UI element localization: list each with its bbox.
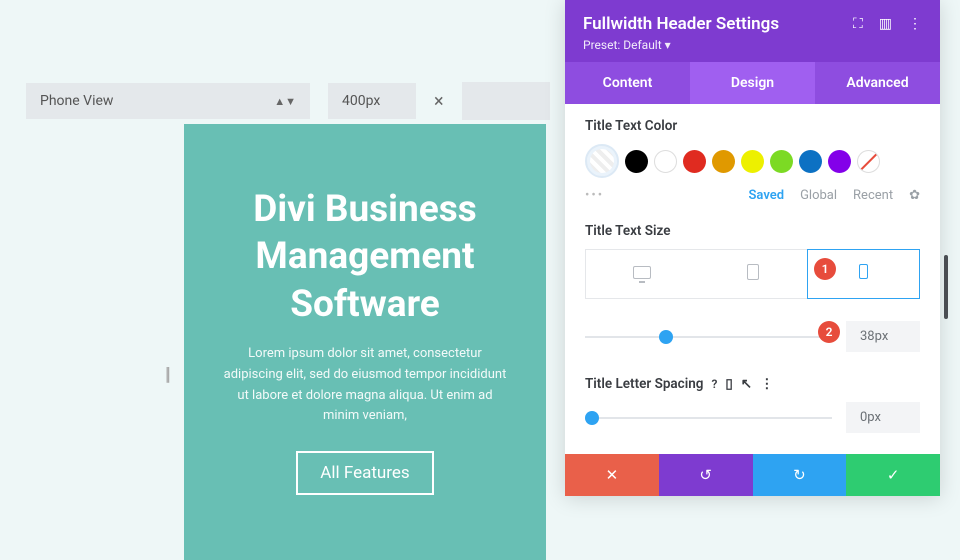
label-title-size: Title Text Size	[585, 223, 920, 239]
palette-tab-recent[interactable]: Recent	[853, 188, 893, 203]
device-phone[interactable]: 1	[807, 249, 920, 299]
slider-thumb[interactable]	[585, 411, 599, 425]
clear-width-button[interactable]: ×	[434, 91, 444, 112]
save-button[interactable]: ✓	[846, 454, 940, 496]
letter-spacing-row: 0px	[585, 402, 920, 433]
swatch-none[interactable]	[857, 150, 880, 173]
device-desktop[interactable]	[586, 250, 697, 298]
resize-handle[interactable]: ||	[165, 364, 168, 385]
swatch-yellow[interactable]	[741, 150, 764, 173]
swatch-green[interactable]	[770, 150, 793, 173]
columns-icon[interactable]: ▥	[879, 16, 892, 32]
height-input[interactable]	[462, 82, 550, 120]
swatch-black[interactable]	[625, 150, 648, 173]
panel-title: Fullwidth Header Settings	[583, 14, 779, 34]
help-icon[interactable]: ?	[711, 377, 717, 391]
phone-icon	[859, 264, 868, 279]
tablet-icon	[747, 264, 759, 280]
preview-title: Divi Business Management Software	[220, 186, 510, 328]
device-tablet[interactable]	[697, 250, 808, 298]
scrollbar[interactable]	[944, 255, 948, 319]
cursor-icon[interactable]: ↖	[741, 376, 752, 392]
close-button[interactable]: ✕	[565, 454, 659, 496]
swatch-orange[interactable]	[712, 150, 735, 173]
more-dots-icon[interactable]: •••	[585, 188, 604, 203]
phone-preview: Divi Business Management Software Lorem …	[184, 124, 546, 560]
focus-icon[interactable]: ⛶	[853, 16, 863, 32]
preview-button[interactable]: All Features	[296, 451, 433, 495]
palette-tab-global[interactable]: Global	[800, 188, 837, 203]
panel-body: Title Text Color ••• Saved Global Recent…	[565, 104, 940, 496]
palette-tab-saved[interactable]: Saved	[749, 188, 785, 203]
color-swatches	[585, 144, 920, 178]
desktop-icon	[633, 266, 651, 279]
label-letter-spacing: Title Letter Spacing ? ▯ ↖ ⋮	[585, 376, 920, 392]
device-toggle: 1	[585, 249, 920, 299]
swatch-purple[interactable]	[828, 150, 851, 173]
swatch-white[interactable]	[654, 150, 677, 173]
view-select[interactable]: Phone View ▲▼	[26, 83, 310, 119]
preset-dropdown[interactable]: Preset: Default ▾	[583, 38, 922, 52]
text-size-value[interactable]: 38px	[846, 321, 920, 352]
settings-panel: Fullwidth Header Settings ⛶ ▥ ⋮ Preset: …	[565, 0, 940, 496]
more-icon[interactable]: ⋮	[760, 376, 774, 392]
swatch-blue[interactable]	[799, 150, 822, 173]
view-select-value: Phone View	[40, 93, 113, 109]
text-size-slider[interactable]	[585, 336, 832, 338]
tab-content[interactable]: Content	[565, 62, 690, 104]
callout-2: 2	[818, 321, 840, 343]
callout-1: 1	[814, 258, 836, 280]
panel-tabs: Content Design Advanced	[565, 62, 940, 104]
color-palette-tabs: ••• Saved Global Recent ✿	[585, 188, 920, 203]
preview-body: Lorem ipsum dolor sit amet, consectetur …	[220, 344, 510, 427]
redo-button[interactable]: ↻	[753, 454, 847, 496]
viewport-controls: Phone View ▲▼ 400px ×	[26, 82, 550, 120]
letter-spacing-value[interactable]: 0px	[846, 402, 920, 433]
more-icon[interactable]: ⋮	[908, 16, 922, 32]
panel-header: Fullwidth Header Settings ⛶ ▥ ⋮ Preset: …	[565, 0, 940, 62]
caret-icon: ▲▼	[274, 95, 296, 108]
swatch-red[interactable]	[683, 150, 706, 173]
label-title-color: Title Text Color	[585, 118, 920, 134]
label-letter-spacing-text: Title Letter Spacing	[585, 376, 703, 392]
panel-footer: ✕ ↺ ↻ ✓	[565, 454, 940, 496]
letter-spacing-slider[interactable]	[585, 417, 832, 419]
tab-design[interactable]: Design	[690, 62, 815, 104]
text-size-row: 2 38px	[585, 321, 920, 352]
undo-button[interactable]: ↺	[659, 454, 753, 496]
gear-icon[interactable]: ✿	[909, 188, 920, 203]
swatch-transparent[interactable]	[585, 144, 619, 178]
width-input[interactable]: 400px	[328, 83, 416, 119]
slider-thumb[interactable]	[659, 330, 673, 344]
tab-advanced[interactable]: Advanced	[815, 62, 940, 104]
tablet-icon[interactable]: ▯	[725, 376, 732, 392]
